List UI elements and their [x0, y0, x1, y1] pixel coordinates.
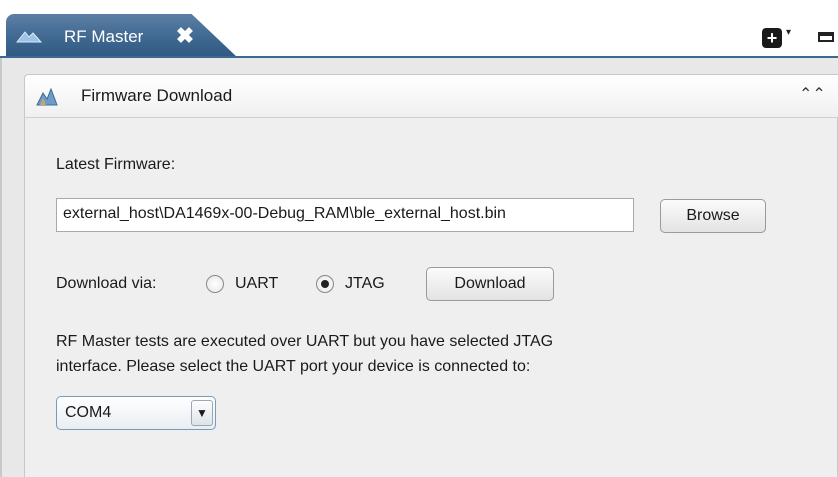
- chevron-down-icon[interactable]: ▾: [786, 27, 791, 38]
- plus-box-icon[interactable]: +: [762, 28, 782, 48]
- dropdown-arrow-icon[interactable]: ▼: [191, 400, 213, 426]
- download-via-label: Download via:: [56, 275, 157, 292]
- radio-jtag-label[interactable]: JTAG: [345, 275, 385, 293]
- firmware-path-field[interactable]: external_host\DA1469x-00-Debug_RAM\ble_e…: [56, 198, 634, 232]
- radio-selected-dot: [321, 280, 329, 288]
- editor-tab-bar: RF Master ✖ + ▾: [0, 0, 838, 58]
- radio-jtag[interactable]: [316, 275, 334, 293]
- uart-port-value: COM4: [65, 404, 112, 421]
- radio-uart[interactable]: [206, 275, 224, 293]
- notice-line-2: interface. Please select the UART port y…: [56, 358, 531, 375]
- collapse-icon[interactable]: ⌃⌃: [799, 85, 826, 105]
- tab-title: RF Master: [64, 27, 144, 46]
- uart-port-select[interactable]: COM4 ▼: [56, 396, 216, 430]
- close-tab-icon[interactable]: ✖: [172, 24, 198, 48]
- radio-uart-label[interactable]: UART: [235, 275, 278, 293]
- firmware-icon: [36, 87, 58, 106]
- notice-line-1: RF Master tests are executed over UART b…: [56, 333, 554, 350]
- section-header[interactable]: Firmware Download ⌃⌃: [25, 75, 838, 118]
- minimize-icon[interactable]: [818, 32, 834, 42]
- browse-button[interactable]: Browse: [660, 199, 766, 233]
- section-title: Firmware Download: [81, 86, 233, 105]
- download-button[interactable]: Download: [426, 267, 554, 301]
- rf-master-icon: [16, 31, 42, 43]
- latest-firmware-label: Latest Firmware:: [56, 156, 176, 173]
